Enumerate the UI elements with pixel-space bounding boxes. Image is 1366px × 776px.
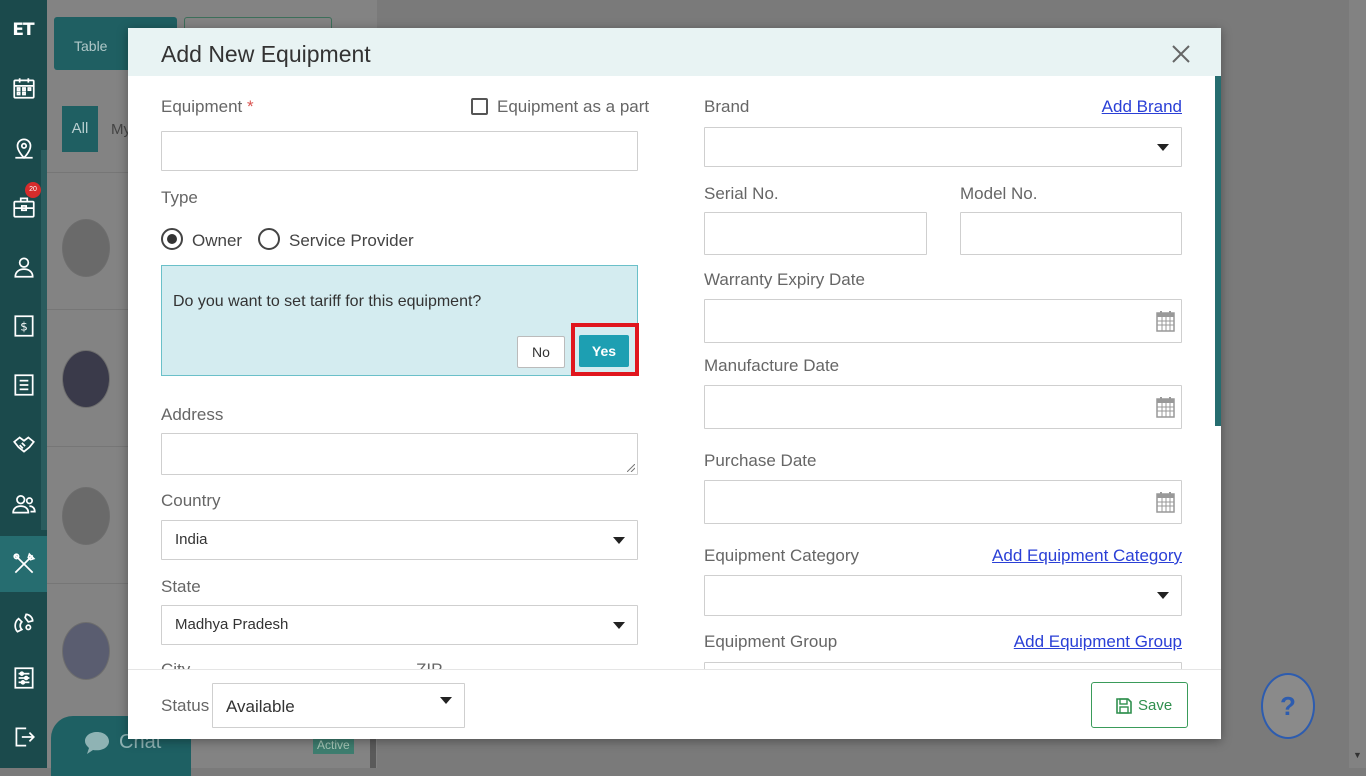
group-label: Equipment Group — [704, 632, 838, 651]
country-select[interactable]: India — [161, 520, 638, 560]
status-select[interactable]: Available — [212, 683, 465, 728]
service-provider-label: Service Provider — [289, 231, 414, 250]
users-icon[interactable] — [0, 479, 47, 529]
modal-footer: Status Available Save — [128, 669, 1221, 739]
logout-icon[interactable] — [0, 712, 47, 762]
owner-label: Owner — [192, 231, 243, 250]
app-logo[interactable]: ET — [9, 16, 37, 44]
equipment-field[interactable] — [161, 131, 638, 171]
equipment-thumbnail — [62, 350, 110, 408]
address-label: Address — [161, 405, 224, 424]
brand-label: Brand — [704, 97, 750, 116]
model-field[interactable] — [960, 212, 1182, 255]
status-value: Available — [226, 697, 295, 716]
country-value: India — [175, 531, 208, 548]
equipment-thumbnail — [62, 219, 110, 277]
country-label: Country — [161, 491, 221, 510]
status-label: Status — [161, 696, 210, 715]
chevron-down-icon — [613, 537, 625, 544]
resize-handle-icon[interactable] — [627, 464, 635, 472]
add-group-link[interactable]: Add Equipment Group — [1014, 632, 1182, 652]
chevron-down-icon — [1157, 592, 1169, 599]
address-field[interactable] — [161, 433, 638, 475]
category-select[interactable] — [704, 575, 1182, 616]
table-view-label: Table — [74, 38, 108, 54]
state-select[interactable]: Madhya Pradesh — [161, 605, 638, 645]
add-category-link[interactable]: Add Equipment Category — [992, 546, 1182, 566]
service-provider-radio[interactable] — [258, 228, 280, 250]
chevron-down-icon — [440, 697, 452, 704]
calendar-icon[interactable] — [1156, 396, 1175, 418]
save-icon — [1116, 698, 1132, 714]
add-equipment-modal: Add New Equipment Equipment * Equipment … — [128, 28, 1221, 739]
yes-button[interactable]: Yes — [579, 335, 629, 367]
handshake-icon[interactable] — [0, 419, 47, 469]
brand-select[interactable] — [704, 127, 1182, 167]
equipment-as-part-label: Equipment as a part — [497, 97, 650, 116]
group-select[interactable] — [704, 662, 1182, 669]
no-button[interactable]: No — [517, 336, 565, 368]
warranty-date-field[interactable] — [704, 299, 1182, 343]
owner-radio[interactable] — [161, 228, 183, 250]
state-label: State — [161, 577, 201, 596]
save-button[interactable]: Save — [1091, 682, 1188, 728]
tab-all[interactable]: All — [62, 106, 98, 152]
equipment-thumbnail — [62, 487, 110, 545]
close-icon[interactable] — [1169, 42, 1193, 66]
contract-icon[interactable] — [0, 598, 47, 648]
equipment-as-part-checkbox[interactable] — [471, 98, 488, 115]
add-brand-link[interactable]: Add Brand — [1102, 97, 1182, 117]
map-pin-icon[interactable] — [0, 123, 47, 173]
tools-icon[interactable] — [0, 536, 47, 592]
tariff-question: Do you want to set tariff for this equip… — [173, 293, 482, 310]
manufacture-date-field[interactable] — [704, 385, 1182, 429]
serial-label: Serial No. — [704, 184, 779, 203]
state-value: Madhya Pradesh — [175, 616, 289, 633]
calendar-icon[interactable] — [1156, 491, 1175, 513]
calendar-icon[interactable] — [0, 63, 47, 113]
purchase-label: Purchase Date — [704, 451, 817, 470]
modal-scrollbar[interactable] — [1215, 76, 1221, 426]
chevron-down-icon — [613, 622, 625, 629]
svg-text:$: $ — [20, 319, 28, 333]
type-label: Type — [161, 188, 198, 207]
modal-body: Equipment * Equipment as a part Type Own… — [128, 76, 1215, 669]
help-button[interactable]: ? — [1261, 673, 1315, 739]
dollar-icon[interactable]: $ — [0, 301, 47, 351]
list-icon[interactable] — [0, 360, 47, 410]
category-label: Equipment Category — [704, 546, 859, 565]
required-marker: * — [247, 97, 254, 116]
purchase-date-field[interactable] — [704, 480, 1182, 524]
city-label: City — [161, 660, 190, 669]
serial-field[interactable] — [704, 212, 927, 255]
save-label: Save — [1138, 697, 1173, 714]
modal-title: Add New Equipment — [161, 41, 371, 67]
page-scrollbar[interactable]: ▼ — [1349, 0, 1366, 768]
equipment-thumbnail — [62, 622, 110, 680]
settings-sliders-icon[interactable] — [0, 653, 47, 703]
chat-bubble-icon — [85, 732, 109, 754]
manufacture-label: Manufacture Date — [704, 356, 840, 375]
equipment-label: Equipment * — [161, 97, 254, 116]
warranty-label: Warranty Expiry Date — [704, 270, 865, 289]
app-sidebar: ET 20 $ — [0, 0, 47, 768]
zip-label: ZIP — [416, 660, 442, 669]
tariff-prompt: Do you want to set tariff for this equip… — [161, 265, 639, 376]
list-scrollbar[interactable] — [370, 736, 376, 768]
calendar-icon[interactable] — [1156, 310, 1175, 332]
modal-header: Add New Equipment — [128, 28, 1221, 76]
model-label: Model No. — [960, 184, 1038, 203]
chevron-down-icon — [1157, 144, 1169, 151]
user-icon[interactable] — [0, 242, 47, 292]
scroll-down-icon[interactable]: ▼ — [1353, 750, 1362, 760]
notification-badge: 20 — [25, 182, 41, 198]
yes-highlight: Yes — [571, 323, 639, 376]
